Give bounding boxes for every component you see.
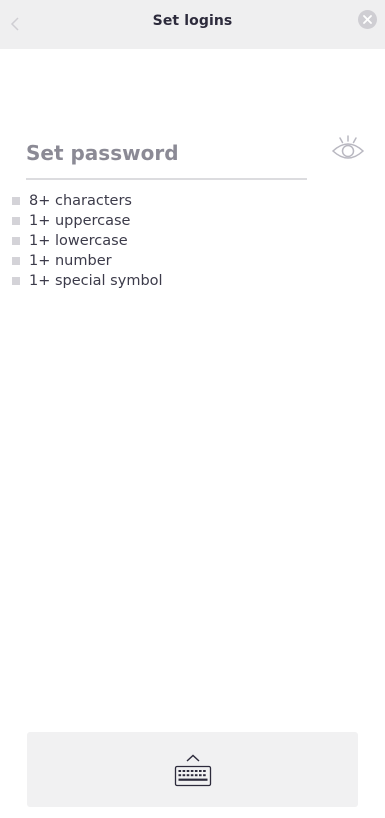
requirement-status-marker [12,257,20,265]
show-keyboard-button[interactable] [27,732,358,807]
requirement-label: 1+ uppercase [29,213,131,229]
requirement-label: 8+ characters [29,193,132,209]
requirement-item: 1+ special symbol [12,271,163,291]
close-icon [363,15,372,24]
requirement-label: 1+ number [29,253,112,269]
requirement-item: 1+ uppercase [12,211,163,231]
requirement-item: 1+ lowercase [12,231,163,251]
requirement-status-marker [12,237,20,245]
requirement-status-marker [12,277,20,285]
requirement-label: 1+ lowercase [29,233,128,249]
top-bar: Set logins [0,0,385,49]
requirement-label: 1+ special symbol [29,273,163,289]
requirement-item: 1+ number [12,251,163,271]
password-input[interactable] [26,136,307,170]
keyboard-icon [174,754,212,787]
requirement-status-marker [12,197,20,205]
password-requirements-list: 8+ characters 1+ uppercase 1+ lowercase … [12,191,163,291]
password-field [26,136,307,180]
eye-icon [331,135,365,159]
toggle-password-visibility-button[interactable] [330,130,366,166]
close-button[interactable] [358,10,377,29]
requirement-status-marker [12,217,20,225]
requirement-item: 8+ characters [12,191,163,211]
page-title: Set logins [152,13,233,29]
